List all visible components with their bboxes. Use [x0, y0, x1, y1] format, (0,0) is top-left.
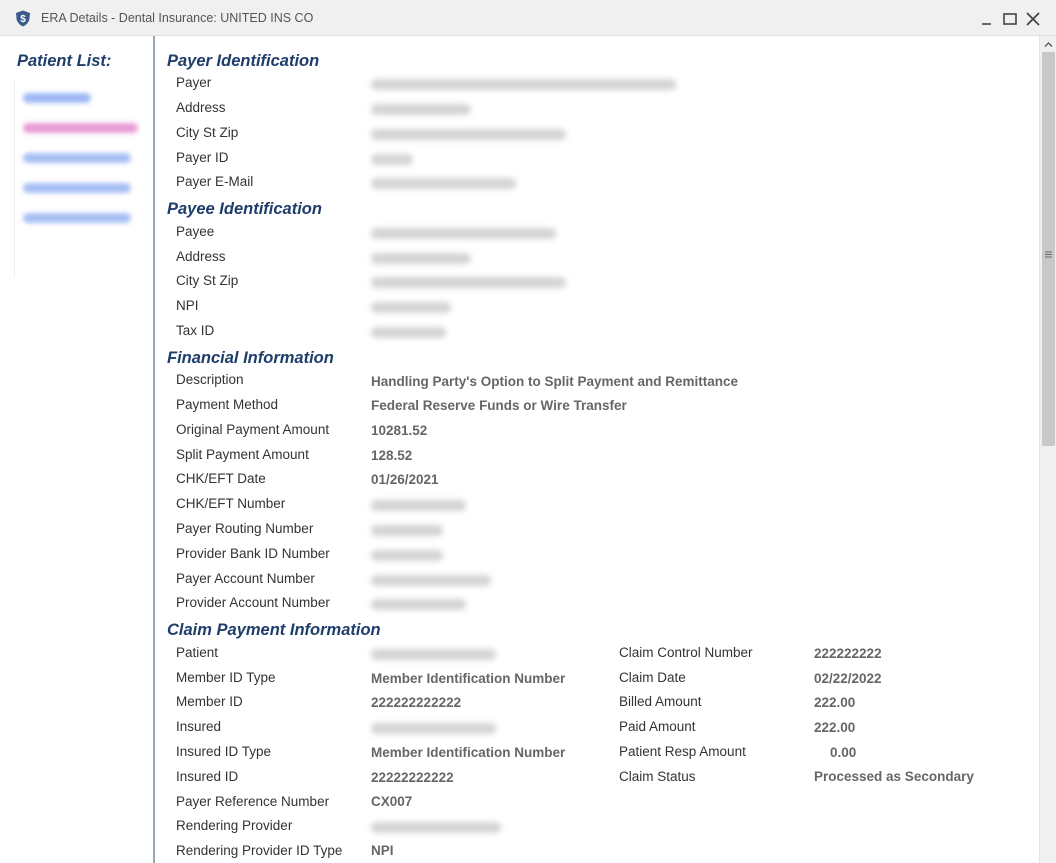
- maximize-icon[interactable]: [1001, 10, 1019, 28]
- npi-label: NPI: [176, 298, 199, 313]
- payer-account-number-label: Payer Account Number: [176, 571, 315, 586]
- minimize-icon[interactable]: [978, 10, 996, 28]
- provider-bank-id-number-redacted: [371, 550, 443, 561]
- payer-city-st-zip-label: City St Zip: [176, 125, 239, 140]
- scrollbar-thumb[interactable]: [1042, 52, 1055, 446]
- payer-label: Payer: [176, 75, 212, 90]
- claim-status-label: Claim Status: [619, 769, 696, 784]
- payee-label: Payee: [176, 224, 215, 239]
- provider-account-number-label: Provider Account Number: [176, 595, 330, 610]
- title-bar: $ ERA Details - Dental Insurance: UNITED…: [0, 0, 1056, 36]
- payee-city-st-zip-redacted: [371, 277, 566, 288]
- tax-id-redacted: [371, 327, 446, 338]
- payee-city-st-zip-label: City St Zip: [176, 273, 239, 288]
- payer-reference-number-value: CX007: [371, 794, 413, 809]
- rendering-provider-id-type-value: NPI: [371, 843, 394, 858]
- patient-redacted: [371, 649, 496, 660]
- chk-eft-date-value: 01/26/2021: [371, 472, 439, 487]
- window-title: ERA Details - Dental Insurance: UNITED I…: [41, 11, 314, 25]
- chk-eft-number-label: CHK/EFT Number: [176, 496, 286, 511]
- scroll-up-arrow-icon[interactable]: [1043, 39, 1054, 50]
- insured-label: Insured: [176, 719, 222, 734]
- insured-id-label: Insured ID: [176, 769, 239, 784]
- member-id-label: Member ID: [176, 694, 243, 709]
- insured-redacted: [371, 723, 496, 734]
- member-id-value: 222222222222: [371, 695, 462, 710]
- patient-list-item[interactable]: [23, 183, 131, 193]
- payment-method-value: Federal Reserve Funds or Wire Transfer: [371, 398, 627, 413]
- shield-dollar-icon: $: [16, 10, 30, 27]
- era-details-content: Payer Identification Payer Address City …: [157, 36, 1039, 863]
- chk-eft-number-redacted: [371, 500, 466, 511]
- financial-information-title: Financial Information: [167, 349, 334, 367]
- payer-id-redacted: [371, 154, 413, 165]
- payment-method-label: Payment Method: [176, 397, 279, 412]
- tax-id-label: Tax ID: [176, 323, 215, 338]
- insured-id-type-value: Member Identification Number: [371, 745, 566, 760]
- patient-list-item[interactable]: [23, 153, 131, 163]
- close-icon[interactable]: [1024, 10, 1042, 28]
- payer-routing-number-redacted: [371, 525, 443, 536]
- patient-list-item[interactable]: [23, 123, 138, 133]
- claim-control-number-label: Claim Control Number: [619, 645, 753, 660]
- rendering-provider-label: Rendering Provider: [176, 818, 293, 833]
- patient-resp-amount-value: 0.00: [830, 745, 857, 760]
- provider-bank-id-number-label: Provider Bank ID Number: [176, 546, 330, 561]
- npi-redacted: [371, 302, 451, 313]
- payer-account-number-redacted: [371, 575, 491, 586]
- original-payment-amount-value: 10281.52: [371, 423, 428, 438]
- claim-status-value: Processed as Secondary: [814, 769, 974, 784]
- payee-address-label: Address: [176, 249, 226, 264]
- description-label: Description: [176, 372, 244, 387]
- paid-amount-value: 222.00: [814, 720, 856, 735]
- insured-id-type-label: Insured ID Type: [176, 744, 272, 759]
- claim-date-value: 02/22/2022: [814, 671, 882, 686]
- patient-list-item[interactable]: [23, 93, 91, 103]
- vertical-scrollbar[interactable]: [1039, 36, 1056, 863]
- payer-address-label: Address: [176, 100, 226, 115]
- claim-control-number-value: 222222222: [814, 646, 882, 661]
- patient-list: [14, 79, 142, 278]
- payer-address-redacted: [371, 104, 471, 115]
- provider-account-number-redacted: [371, 599, 466, 610]
- split-payment-amount-label: Split Payment Amount: [176, 447, 309, 462]
- patient-label: Patient: [176, 645, 219, 660]
- original-payment-amount-label: Original Payment Amount: [176, 422, 330, 437]
- patient-resp-amount-label: Patient Resp Amount: [619, 744, 746, 759]
- description-value: Handling Party's Option to Split Payment…: [371, 374, 739, 389]
- billed-amount-value: 222.00: [814, 695, 856, 710]
- payer-routing-number-label: Payer Routing Number: [176, 521, 314, 536]
- claim-payment-information-title: Claim Payment Information: [167, 621, 381, 639]
- payer-reference-number-label: Payer Reference Number: [176, 794, 330, 809]
- payer-email-redacted: [371, 178, 516, 189]
- patient-list-title: Patient List:: [17, 52, 112, 70]
- rendering-provider-redacted: [371, 822, 501, 833]
- member-id-type-label: Member ID Type: [176, 670, 276, 685]
- payee-identification-title: Payee Identification: [167, 200, 322, 218]
- member-id-type-value: Member Identification Number: [371, 671, 566, 686]
- split-payment-amount-value: 128.52: [371, 448, 413, 463]
- chk-eft-date-label: CHK/EFT Date: [176, 471, 266, 486]
- payee-value-redacted: [371, 228, 556, 239]
- insured-id-value: 22222222222: [371, 770, 454, 785]
- grip-icon: [1045, 251, 1052, 258]
- payer-city-st-zip-redacted: [371, 129, 566, 140]
- claim-date-label: Claim Date: [619, 670, 686, 685]
- payer-identification-title: Payer Identification: [167, 52, 320, 70]
- patient-list-panel: Patient List:: [0, 36, 155, 863]
- payer-value-redacted: [371, 79, 676, 90]
- paid-amount-label: Paid Amount: [619, 719, 696, 734]
- payee-address-redacted: [371, 253, 471, 264]
- patient-list-item[interactable]: [23, 213, 131, 223]
- payer-email-label: Payer E-Mail: [176, 174, 254, 189]
- svg-text:$: $: [20, 14, 26, 25]
- billed-amount-label: Billed Amount: [619, 694, 702, 709]
- rendering-provider-id-type-label: Rendering Provider ID Type: [176, 843, 343, 858]
- payer-id-label: Payer ID: [176, 150, 229, 165]
